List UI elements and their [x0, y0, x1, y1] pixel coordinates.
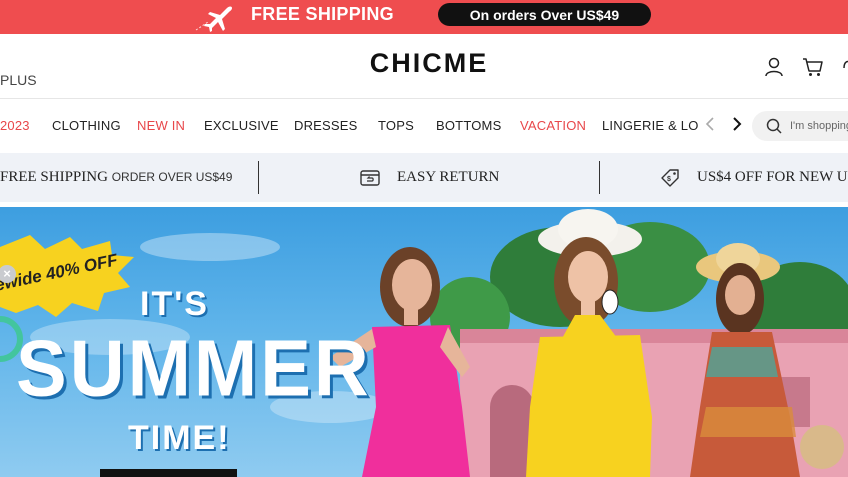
chevron-right-icon[interactable] — [730, 115, 744, 133]
nav-item-lingerie[interactable]: LINGERIE & LOU — [602, 118, 698, 133]
nav-item-exclusive[interactable]: EXCLUSIVE — [204, 118, 279, 133]
site-header: PLUS CHICME — [0, 34, 848, 99]
category-nav: 2023 CLOTHING NEW IN EXCLUSIVE DRESSES T… — [0, 99, 848, 153]
benefits-strip: FREE SHIPPING ORDER OVER US$49 EASY RETU… — [0, 153, 848, 202]
divider — [599, 161, 600, 194]
nav-item-tops[interactable]: TOPS — [378, 118, 414, 133]
return-box-icon — [360, 170, 380, 186]
benefit-easy-return: EASY RETURN — [397, 169, 500, 185]
hero-shop-button[interactable] — [100, 469, 237, 477]
free-shipping-banner[interactable]: FREE SHIPPING On orders Over US$49 — [0, 0, 848, 34]
promo-condition-pill: On orders Over US$49 — [438, 3, 651, 26]
hero-line-time: TIME! — [128, 419, 231, 457]
svg-text:$: $ — [667, 176, 671, 183]
benefit-free-shipping: FREE SHIPPING ORDER OVER US$49 — [0, 169, 232, 186]
search-input[interactable]: I'm shopping — [752, 111, 848, 141]
promo-headline: FREE SHIPPING — [251, 4, 394, 24]
divider — [258, 161, 259, 194]
hero-line-its: IT'S — [140, 285, 209, 323]
hero-line-summer: SUMMER — [16, 323, 372, 414]
nav-item-new-in[interactable]: NEW IN — [137, 118, 185, 133]
chevron-left-icon[interactable] — [703, 115, 717, 133]
cart-icon[interactable] — [802, 56, 824, 78]
nav-item-2023[interactable]: 2023 — [0, 118, 30, 133]
airplane-icon — [195, 6, 232, 32]
site-logo[interactable]: CHICME — [0, 48, 848, 79]
nav-item-dresses[interactable]: DRESSES — [294, 118, 358, 133]
wishlist-icon[interactable] — [840, 56, 848, 78]
benefit-shipping-label: FREE SHIPPING — [0, 169, 108, 185]
user-icon[interactable] — [763, 56, 785, 78]
benefit-new-user-coupon: US$4 OFF FOR NEW US — [697, 169, 848, 185]
search-placeholder: I'm shopping — [790, 120, 848, 132]
hero-banner[interactable]: ewide 40% OFF × IT'S SUMMER TIME! — [0, 207, 848, 477]
nav-item-bottoms[interactable]: BOTTOMS — [436, 118, 501, 133]
coupon-tag-icon: $ — [661, 169, 679, 187]
benefit-shipping-note: ORDER OVER US$49 — [111, 170, 233, 184]
nav-item-vacation[interactable]: VACATION — [520, 118, 586, 133]
nav-item-clothing[interactable]: CLOTHING — [52, 118, 121, 133]
search-icon[interactable] — [766, 118, 782, 134]
